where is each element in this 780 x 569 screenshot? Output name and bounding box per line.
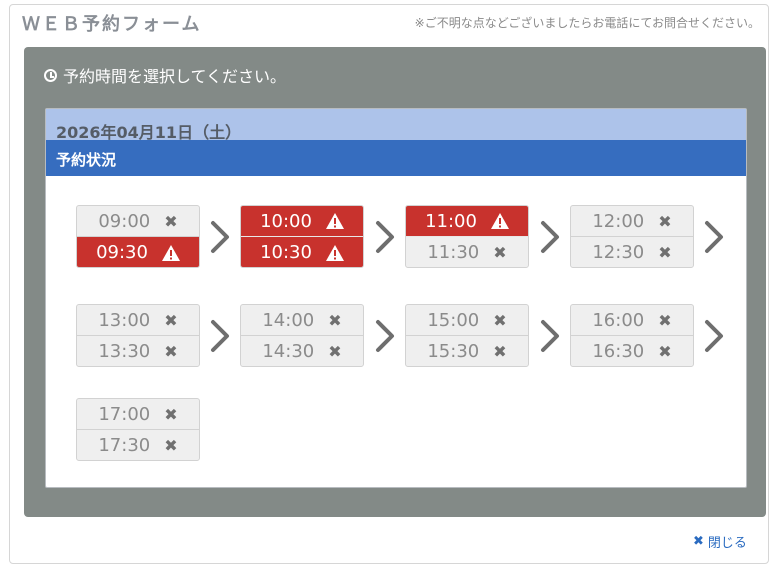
time-slot-1630[interactable]: 16:30 ✖ xyxy=(571,336,693,366)
time-slot-1000[interactable]: 10:00 xyxy=(241,206,363,237)
slot-time: 10:30 xyxy=(260,242,312,263)
close-link[interactable]: ✖ 閉じる xyxy=(693,532,747,551)
chevron-right-icon xyxy=(374,319,396,353)
chevron-right-icon xyxy=(703,319,725,353)
slot-time: 17:00 xyxy=(98,403,151,425)
close-icon: ✖ xyxy=(493,342,507,361)
time-slot-1030[interactable]: 10:30 xyxy=(241,237,363,267)
warning-icon xyxy=(490,213,509,229)
slot-time: 15:00 xyxy=(427,309,480,331)
time-slot-0930[interactable]: 09:30 xyxy=(77,237,199,267)
close-icon: ✖ xyxy=(164,342,178,361)
time-slot-group: 16:00 ✖ 16:30 ✖ xyxy=(570,304,694,367)
close-icon: ✖ xyxy=(658,342,672,361)
clock-icon xyxy=(44,68,57,82)
slot-time: 17:30 xyxy=(98,435,151,456)
slot-time: 09:00 xyxy=(98,210,151,232)
close-label: 閉じる xyxy=(707,536,747,551)
warning-icon xyxy=(161,244,180,261)
chevron-right-icon xyxy=(209,319,231,353)
time-slot-0900[interactable]: 09:00 ✖ xyxy=(77,206,199,237)
time-slot-group: 09:00 ✖ 09:30 xyxy=(76,205,200,268)
chevron-right-icon xyxy=(703,220,725,254)
slot-time: 13:00 xyxy=(98,309,151,331)
slot-time: 10:00 xyxy=(260,210,312,232)
time-slot-1300[interactable]: 13:00 ✖ xyxy=(77,305,199,336)
warning-icon xyxy=(325,213,344,229)
close-icon: ✖ xyxy=(328,310,342,330)
time-slot-1230[interactable]: 12:30 ✖ xyxy=(571,237,693,267)
close-icon: ✖ xyxy=(493,310,507,330)
time-slot-1330[interactable]: 13:30 ✖ xyxy=(77,336,199,366)
time-slot-group: 10:00 10:30 xyxy=(240,205,364,268)
chevron-right-icon xyxy=(374,220,396,254)
slot-time: 14:00 xyxy=(262,309,315,331)
time-slot-1130[interactable]: 11:30 ✖ xyxy=(406,237,528,267)
status-header: 予約状況 xyxy=(46,140,746,176)
slot-time: 12:30 xyxy=(592,242,645,263)
close-icon: ✖ xyxy=(164,436,178,455)
slot-time: 12:00 xyxy=(592,210,645,232)
time-slot-1500[interactable]: 15:00 ✖ xyxy=(406,305,528,336)
date-header: 2026年04月11日（土） xyxy=(46,109,746,142)
close-icon: ✖ xyxy=(658,243,672,262)
close-icon: ✖ xyxy=(164,211,178,231)
time-slot-1600[interactable]: 16:00 ✖ xyxy=(571,305,693,336)
chevron-right-icon xyxy=(539,220,561,254)
panel-title-text: 予約時間を選択してください。 xyxy=(63,67,287,86)
slot-time: 11:30 xyxy=(427,242,480,263)
panel-title: 予約時間を選択してください。 xyxy=(44,63,286,87)
reservation-panel: 予約時間を選択してください。 2026年04月11日（土） 予約状況 09:00… xyxy=(24,47,766,517)
slot-time: 13:30 xyxy=(98,341,151,362)
close-icon: ✖ xyxy=(164,404,178,424)
chevron-right-icon xyxy=(209,220,231,254)
slot-time: 16:30 xyxy=(592,341,645,362)
warning-icon xyxy=(325,244,344,261)
time-slot-1400[interactable]: 14:00 ✖ xyxy=(241,305,363,336)
time-slot-1530[interactable]: 15:30 ✖ xyxy=(406,336,528,366)
time-slot-1200[interactable]: 12:00 ✖ xyxy=(571,206,693,237)
close-icon: ✖ xyxy=(328,342,342,361)
contact-notice: ※ご不明な点などございましたらお電話にてお問合せください。 xyxy=(414,16,760,30)
close-icon: ✖ xyxy=(658,310,672,330)
close-icon: ✖ xyxy=(693,534,704,549)
time-slot-group: 13:00 ✖ 13:30 ✖ xyxy=(76,304,200,367)
time-slot-1430[interactable]: 14:30 ✖ xyxy=(241,336,363,366)
app-title: ＷＥＢ予約フォーム xyxy=(22,14,202,35)
time-slot-group: 17:00 ✖ 17:30 ✖ xyxy=(76,398,200,461)
close-icon: ✖ xyxy=(658,211,672,231)
chevron-right-icon xyxy=(539,319,561,353)
time-slot-group: 15:00 ✖ 15:30 ✖ xyxy=(405,304,529,367)
time-slot-group: 12:00 ✖ 12:30 ✖ xyxy=(570,205,694,268)
close-icon: ✖ xyxy=(164,310,178,330)
slot-time: 11:00 xyxy=(425,210,477,232)
slot-time: 16:00 xyxy=(592,309,645,331)
schedule-card: 2026年04月11日（土） 予約状況 09:00 ✖ 09:30 10:00 10:3… xyxy=(45,108,747,488)
slot-time: 09:30 xyxy=(96,242,148,263)
time-slot-1730[interactable]: 17:30 ✖ xyxy=(77,430,199,460)
slot-time: 14:30 xyxy=(262,341,315,362)
close-icon: ✖ xyxy=(493,243,507,262)
time-slot-1100[interactable]: 11:00 xyxy=(406,206,528,237)
time-slot-group: 11:00 11:30 ✖ xyxy=(405,205,529,268)
slot-time: 15:30 xyxy=(427,341,480,362)
time-slot-group: 14:00 ✖ 14:30 ✖ xyxy=(240,304,364,367)
time-slot-1700[interactable]: 17:00 ✖ xyxy=(77,399,199,430)
